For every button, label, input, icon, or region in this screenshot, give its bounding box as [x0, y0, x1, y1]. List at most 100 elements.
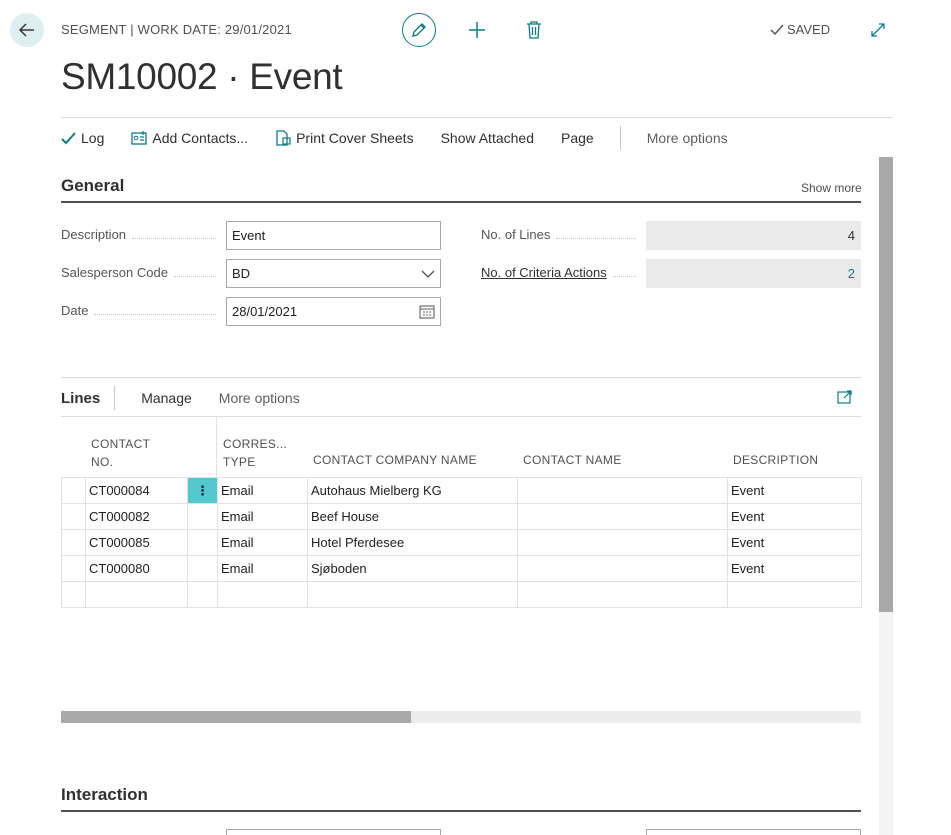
cell-contact-name[interactable]	[517, 555, 728, 582]
edit-button[interactable]	[402, 13, 436, 47]
trash-icon	[527, 21, 541, 39]
edit-pencil-icon	[412, 23, 426, 37]
cell-contact-name[interactable]	[517, 581, 728, 608]
vertical-scrollbar-thumb[interactable]	[879, 157, 893, 612]
row-menu-button[interactable]: ⋮	[187, 477, 218, 504]
interaction-right-field-partial[interactable]	[646, 829, 861, 835]
column-header-contact-no[interactable]: CONTACT NO.	[91, 435, 150, 471]
table-row[interactable]: CT000082 Email Beef House Event	[61, 503, 862, 530]
no-of-criteria-actions-label[interactable]: No. of Criteria Actions	[481, 265, 636, 280]
row-menu-cell[interactable]	[187, 529, 218, 556]
row-selector[interactable]	[61, 529, 86, 556]
cell-correspondence-type[interactable]: Email	[217, 503, 308, 530]
action-bar-divider	[61, 117, 893, 118]
no-of-lines-field: 4	[646, 221, 861, 250]
cell-description[interactable]: Event	[727, 555, 862, 582]
cell-contact-name[interactable]	[517, 477, 728, 504]
lines-top-divider	[61, 377, 861, 378]
calendar-icon[interactable]	[419, 304, 435, 319]
salesperson-code-dropdown[interactable]: BD	[226, 259, 441, 288]
label-dots	[612, 269, 636, 277]
interaction-left-field-partial[interactable]	[226, 829, 441, 835]
salesperson-code-label: Salesperson Code	[61, 265, 216, 280]
delete-button[interactable]	[522, 18, 546, 42]
cell-correspondence-type[interactable]: Email	[217, 529, 308, 556]
description-field[interactable]: Event	[226, 221, 441, 250]
row-menu-cell[interactable]	[187, 555, 218, 582]
column-header-correspondence-type[interactable]: CORRES... TYPE	[223, 435, 287, 471]
chevron-down-icon	[421, 270, 435, 278]
cell-contact-no[interactable]: CT000084	[85, 477, 188, 504]
row-selector[interactable]	[61, 555, 86, 582]
cell-description[interactable]	[727, 581, 862, 608]
date-field[interactable]: 28/01/2021	[226, 297, 441, 326]
cell-company-name[interactable]: Autohaus Mielberg KG	[307, 477, 518, 504]
cell-contact-no[interactable]: CT000082	[85, 503, 188, 530]
cell-company-name[interactable]: Beef House	[307, 503, 518, 530]
show-attached-label: Show Attached	[440, 130, 534, 146]
more-options-action[interactable]: More options	[647, 130, 728, 146]
cell-correspondence-type[interactable]	[217, 581, 308, 608]
cell-company-name[interactable]: Sjøboden	[307, 555, 518, 582]
horizontal-scrollbar-thumb[interactable]	[61, 711, 411, 723]
no-of-lines-value: 4	[847, 228, 855, 243]
lines-title[interactable]: Lines	[61, 390, 100, 407]
column-header-description[interactable]: DESCRIPTION	[733, 453, 818, 467]
add-contacts-action[interactable]: Add Contacts...	[131, 130, 248, 146]
corres-header-line1: CORRES...	[223, 437, 288, 451]
row-selector[interactable]	[61, 503, 86, 530]
salesperson-code-label-text: Salesperson Code	[61, 265, 168, 280]
cell-contact-no[interactable]	[85, 581, 188, 608]
general-section-title[interactable]: General	[61, 176, 124, 196]
table-row[interactable]: CT000084 ⋮ Email Autohaus Mielberg KG Ev…	[61, 477, 862, 504]
cell-contact-no[interactable]: CT000085	[85, 529, 188, 556]
interaction-section-title[interactable]: Interaction	[61, 785, 148, 805]
add-contacts-label: Add Contacts...	[152, 130, 249, 146]
table-row[interactable]: CT000080 Email Sjøboden Event	[61, 555, 862, 582]
new-button[interactable]	[465, 18, 489, 42]
manage-action[interactable]: Manage	[141, 390, 192, 406]
plus-icon	[469, 22, 485, 38]
cell-description[interactable]: Event	[727, 477, 862, 504]
cell-correspondence-type[interactable]: Email	[217, 477, 308, 504]
print-cover-sheets-label: Print Cover Sheets	[296, 130, 414, 146]
table-row[interactable]: CT000085 Email Hotel Pferdesee Event	[61, 529, 862, 556]
column-header-contact-company-name[interactable]: CONTACT COMPANY NAME	[313, 453, 477, 467]
cell-company-name[interactable]: Hotel Pferdesee	[307, 529, 518, 556]
no-of-criteria-actions-value[interactable]: 2	[848, 266, 855, 281]
cell-correspondence-type[interactable]: Email	[217, 555, 308, 582]
row-selector[interactable]	[61, 477, 86, 504]
back-button[interactable]	[10, 13, 44, 47]
cell-description[interactable]: Event	[727, 503, 862, 530]
action-bar: Log Add Contacts... Print Cover Sheets S…	[61, 126, 755, 150]
column-divider	[216, 417, 217, 477]
cell-description[interactable]: Event	[727, 529, 862, 556]
print-cover-sheets-action[interactable]: Print Cover Sheets	[275, 130, 414, 146]
page-action[interactable]: Page	[561, 130, 594, 146]
show-more-link[interactable]: Show more	[801, 181, 862, 195]
column-header-contact-name[interactable]: CONTACT NAME	[523, 453, 622, 467]
check-icon	[61, 131, 76, 144]
row-selector[interactable]	[61, 581, 86, 608]
label-dots	[173, 269, 216, 277]
saved-status: SAVED	[770, 22, 830, 37]
cell-contact-no[interactable]: CT000080	[85, 555, 188, 582]
cell-contact-name[interactable]	[517, 503, 728, 530]
no-of-criteria-actions-field[interactable]: 2	[646, 259, 861, 288]
lines-more-options[interactable]: More options	[219, 390, 300, 406]
page-title: SM10002 · Event	[61, 56, 343, 97]
row-menu-cell[interactable]	[187, 503, 218, 530]
no-of-lines-label-text: No. of Lines	[481, 227, 551, 242]
table-row-empty[interactable]	[61, 581, 862, 608]
contact-card-icon	[131, 131, 148, 145]
row-menu-cell[interactable]	[187, 581, 218, 608]
show-attached-action[interactable]: Show Attached	[441, 130, 534, 146]
expand-button[interactable]	[866, 18, 890, 42]
check-icon	[770, 24, 784, 35]
cell-contact-name[interactable]	[517, 529, 728, 556]
lines-expand-button[interactable]	[837, 390, 852, 409]
no-of-criteria-actions-link[interactable]: No. of Criteria Actions	[481, 265, 607, 280]
log-action[interactable]: Log	[61, 130, 104, 146]
page-label: Page	[560, 130, 594, 146]
cell-company-name[interactable]	[307, 581, 518, 608]
